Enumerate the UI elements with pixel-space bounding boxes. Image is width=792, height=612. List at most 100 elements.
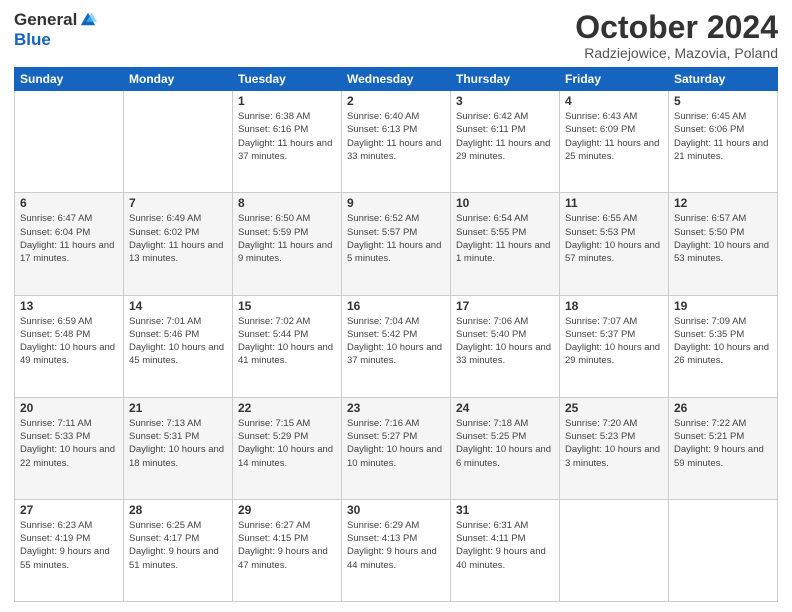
- day-info: Sunrise: 7:22 AM Sunset: 5:21 PM Dayligh…: [674, 417, 772, 470]
- page: General Blue October 2024 Radziejowice, …: [0, 0, 792, 612]
- day-info: Sunrise: 6:40 AM Sunset: 6:13 PM Dayligh…: [347, 110, 445, 163]
- day-info: Sunrise: 7:16 AM Sunset: 5:27 PM Dayligh…: [347, 417, 445, 470]
- day-info: Sunrise: 6:47 AM Sunset: 6:04 PM Dayligh…: [20, 212, 118, 265]
- header: General Blue October 2024 Radziejowice, …: [14, 10, 778, 61]
- header-monday: Monday: [124, 68, 233, 91]
- day-number: 9: [347, 196, 445, 210]
- day-info: Sunrise: 6:50 AM Sunset: 5:59 PM Dayligh…: [238, 212, 336, 265]
- day-info: Sunrise: 6:23 AM Sunset: 4:19 PM Dayligh…: [20, 519, 118, 572]
- day-info: Sunrise: 6:59 AM Sunset: 5:48 PM Dayligh…: [20, 315, 118, 368]
- day-info: Sunrise: 6:31 AM Sunset: 4:11 PM Dayligh…: [456, 519, 554, 572]
- calendar-cell: 23Sunrise: 7:16 AM Sunset: 5:27 PM Dayli…: [342, 397, 451, 499]
- calendar-cell: [15, 91, 124, 193]
- day-number: 28: [129, 503, 227, 517]
- calendar-cell: 8Sunrise: 6:50 AM Sunset: 5:59 PM Daylig…: [233, 193, 342, 295]
- day-number: 6: [20, 196, 118, 210]
- day-info: Sunrise: 6:55 AM Sunset: 5:53 PM Dayligh…: [565, 212, 663, 265]
- calendar-cell: 24 Sunrise: 7:18 AM Sunset: 5:25 PM Dayli…: [451, 397, 560, 499]
- day-info: Sunrise: 6:57 AM Sunset: 5:50 PM Dayligh…: [674, 212, 772, 265]
- calendar-cell: 25 Sunrise: 7:20 AM Sunset: 5:23 PM Dayli…: [560, 397, 669, 499]
- day-number: 18: [565, 299, 663, 313]
- day-info: Sunrise: 6:52 AM Sunset: 5:57 PM Dayligh…: [347, 212, 445, 265]
- calendar-cell: 17 Sunrise: 7:06 AM Sunset: 5:40 PM Dayli…: [451, 295, 560, 397]
- calendar-cell: [124, 91, 233, 193]
- day-number: 29: [238, 503, 336, 517]
- calendar-cell: 31 Sunrise: 6:31 AM Sunset: 4:11 PM Dayli…: [451, 499, 560, 601]
- day-info: Sunrise: 6:54 AM Sunset: 5:55 PM Dayligh…: [456, 212, 554, 265]
- day-number: 7: [129, 196, 227, 210]
- header-tuesday: Tuesday: [233, 68, 342, 91]
- calendar-cell: 27Sunrise: 6:23 AM Sunset: 4:19 PM Dayli…: [15, 499, 124, 601]
- calendar-cell: 16Sunrise: 7:04 AM Sunset: 5:42 PM Dayli…: [342, 295, 451, 397]
- day-number: 1: [238, 94, 336, 108]
- day-info: Sunrise: 7:20 AM Sunset: 5:23 PM Dayligh…: [565, 417, 663, 470]
- header-sunday: Sunday: [15, 68, 124, 91]
- calendar-cell: 12 Sunrise: 6:57 AM Sunset: 5:50 PM Dayli…: [669, 193, 778, 295]
- day-number: 2: [347, 94, 445, 108]
- calendar-cell: 10Sunrise: 6:54 AM Sunset: 5:55 PM Dayli…: [451, 193, 560, 295]
- calendar-cell: 3Sunrise: 6:42 AM Sunset: 6:11 PM Daylig…: [451, 91, 560, 193]
- calendar-cell: 4Sunrise: 6:43 AM Sunset: 6:09 PM Daylig…: [560, 91, 669, 193]
- calendar-week-4: 20 Sunrise: 7:11 AM Sunset: 5:33 PM Dayli…: [15, 397, 778, 499]
- header-saturday: Saturday: [669, 68, 778, 91]
- calendar-cell: [669, 499, 778, 601]
- day-info: Sunrise: 7:01 AM Sunset: 5:46 PM Dayligh…: [129, 315, 227, 368]
- day-number: 20: [20, 401, 118, 415]
- calendar-cell: 18 Sunrise: 7:07 AM Sunset: 5:37 PM Dayli…: [560, 295, 669, 397]
- calendar-week-1: 1 Sunrise: 6:38 AM Sunset: 6:16 PM Daylig…: [15, 91, 778, 193]
- header-friday: Friday: [560, 68, 669, 91]
- calendar-cell: 2 Sunrise: 6:40 AM Sunset: 6:13 PM Daylig…: [342, 91, 451, 193]
- day-info: Sunrise: 6:45 AM Sunset: 6:06 PM Dayligh…: [674, 110, 772, 163]
- day-info: Sunrise: 6:42 AM Sunset: 6:11 PM Dayligh…: [456, 110, 554, 163]
- calendar-week-5: 27Sunrise: 6:23 AM Sunset: 4:19 PM Dayli…: [15, 499, 778, 601]
- day-info: Sunrise: 7:06 AM Sunset: 5:40 PM Dayligh…: [456, 315, 554, 368]
- day-info: Sunrise: 6:27 AM Sunset: 4:15 PM Dayligh…: [238, 519, 336, 572]
- header-wednesday: Wednesday: [342, 68, 451, 91]
- day-info: Sunrise: 6:25 AM Sunset: 4:17 PM Dayligh…: [129, 519, 227, 572]
- day-info: Sunrise: 7:18 AM Sunset: 5:25 PM Dayligh…: [456, 417, 554, 470]
- day-info: Sunrise: 6:49 AM Sunset: 6:02 PM Dayligh…: [129, 212, 227, 265]
- logo-icon: [79, 10, 97, 28]
- calendar-cell: 13 Sunrise: 6:59 AM Sunset: 5:48 PM Dayli…: [15, 295, 124, 397]
- day-info: Sunrise: 7:09 AM Sunset: 5:35 PM Dayligh…: [674, 315, 772, 368]
- calendar-header-row: Sunday Monday Tuesday Wednesday Thursday…: [15, 68, 778, 91]
- calendar-week-3: 13 Sunrise: 6:59 AM Sunset: 5:48 PM Dayli…: [15, 295, 778, 397]
- day-number: 19: [674, 299, 772, 313]
- day-number: 12: [674, 196, 772, 210]
- day-number: 30: [347, 503, 445, 517]
- calendar-cell: 22 Sunrise: 7:15 AM Sunset: 5:29 PM Dayli…: [233, 397, 342, 499]
- day-number: 22: [238, 401, 336, 415]
- day-number: 25: [565, 401, 663, 415]
- day-number: 24: [456, 401, 554, 415]
- logo-general-text: General: [14, 10, 77, 30]
- day-number: 15: [238, 299, 336, 313]
- calendar-cell: 19 Sunrise: 7:09 AM Sunset: 5:35 PM Dayli…: [669, 295, 778, 397]
- day-info: Sunrise: 7:02 AM Sunset: 5:44 PM Dayligh…: [238, 315, 336, 368]
- calendar-cell: 7 Sunrise: 6:49 AM Sunset: 6:02 PM Daylig…: [124, 193, 233, 295]
- calendar-cell: 14 Sunrise: 7:01 AM Sunset: 5:46 PM Dayli…: [124, 295, 233, 397]
- logo: General Blue: [14, 10, 97, 50]
- calendar-cell: 20 Sunrise: 7:11 AM Sunset: 5:33 PM Dayli…: [15, 397, 124, 499]
- logo-blue-text: Blue: [14, 30, 51, 50]
- day-info: Sunrise: 7:11 AM Sunset: 5:33 PM Dayligh…: [20, 417, 118, 470]
- day-number: 21: [129, 401, 227, 415]
- calendar-cell: 29 Sunrise: 6:27 AM Sunset: 4:15 PM Dayli…: [233, 499, 342, 601]
- calendar-cell: 26 Sunrise: 7:22 AM Sunset: 5:21 PM Dayli…: [669, 397, 778, 499]
- day-number: 26: [674, 401, 772, 415]
- day-number: 13: [20, 299, 118, 313]
- calendar-cell: 28 Sunrise: 6:25 AM Sunset: 4:17 PM Dayli…: [124, 499, 233, 601]
- calendar: Sunday Monday Tuesday Wednesday Thursday…: [14, 67, 778, 602]
- day-number: 31: [456, 503, 554, 517]
- day-info: Sunrise: 6:38 AM Sunset: 6:16 PM Dayligh…: [238, 110, 336, 163]
- title-area: October 2024 Radziejowice, Mazovia, Pola…: [575, 10, 778, 61]
- day-info: Sunrise: 6:29 AM Sunset: 4:13 PM Dayligh…: [347, 519, 445, 572]
- calendar-cell: 5Sunrise: 6:45 AM Sunset: 6:06 PM Daylig…: [669, 91, 778, 193]
- day-info: Sunrise: 7:07 AM Sunset: 5:37 PM Dayligh…: [565, 315, 663, 368]
- day-info: Sunrise: 7:13 AM Sunset: 5:31 PM Dayligh…: [129, 417, 227, 470]
- day-number: 17: [456, 299, 554, 313]
- day-number: 14: [129, 299, 227, 313]
- calendar-week-2: 6 Sunrise: 6:47 AM Sunset: 6:04 PM Daylig…: [15, 193, 778, 295]
- day-number: 4: [565, 94, 663, 108]
- calendar-cell: 30 Sunrise: 6:29 AM Sunset: 4:13 PM Dayli…: [342, 499, 451, 601]
- day-info: Sunrise: 7:15 AM Sunset: 5:29 PM Dayligh…: [238, 417, 336, 470]
